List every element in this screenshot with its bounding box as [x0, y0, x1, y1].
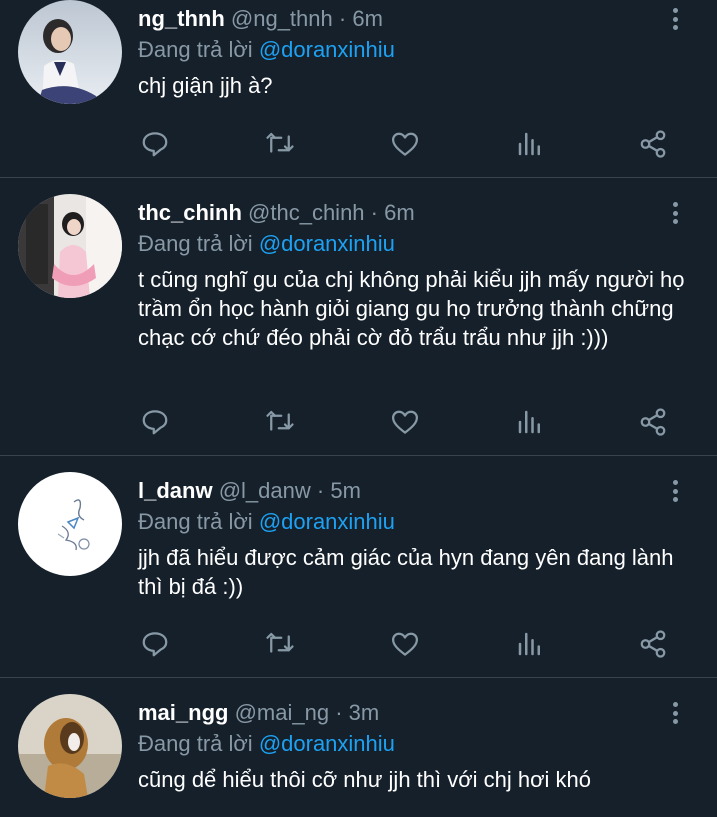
tweet-header: l_danw @l_danw · 5m — [138, 476, 695, 506]
tweet-text: jjh đã hiểu được cảm giác của hyn đang y… — [138, 545, 674, 599]
avatar-image — [18, 194, 122, 298]
display-name[interactable]: l_danw — [138, 478, 213, 503]
stats-icon[interactable] — [513, 627, 547, 661]
timestamp[interactable]: 6m — [352, 6, 383, 31]
user-handle[interactable]: @ng_thnh — [231, 6, 333, 31]
display-name[interactable]: mai_ngg — [138, 700, 228, 725]
more-vertical-icon[interactable] — [665, 698, 685, 728]
replying-to: Đang trả lời @doranxinhiu — [138, 507, 695, 537]
tweet-text: chj giận jjh à? — [138, 73, 273, 98]
separator: · — [316, 478, 325, 503]
mention-link[interactable]: @doranxinhiu — [259, 37, 395, 62]
replying-to-label: Đang trả lời — [138, 731, 259, 756]
more-vertical-icon[interactable] — [665, 198, 685, 228]
tweet[interactable]: ng_thnh @ng_thnh · 6m Đang trả lời @dora… — [0, 0, 717, 178]
share-icon[interactable] — [636, 405, 670, 439]
share-icon[interactable] — [636, 127, 670, 161]
separator: · — [370, 200, 378, 225]
tweet-content: thc_chinh @thc_chinh · 6m Đang trả lời @… — [138, 198, 695, 352]
retweet-icon[interactable] — [263, 127, 297, 161]
user-handle[interactable]: @thc_chinh — [248, 200, 365, 225]
tweet-content: mai_ngg @mai_ng · 3m Đang trả lời @doran… — [138, 698, 695, 794]
mention-link[interactable]: @doranxinhiu — [259, 509, 395, 534]
separator: · — [335, 700, 343, 725]
reply-icon[interactable] — [138, 405, 172, 439]
share-icon[interactable] — [636, 627, 670, 661]
tweet-content: l_danw @l_danw · 5m Đang trả lời @doranx… — [138, 476, 695, 601]
tweet-actions — [138, 627, 678, 661]
avatar-image — [18, 0, 122, 104]
retweet-icon[interactable] — [263, 405, 297, 439]
reply-feed: ng_thnh @ng_thnh · 6m Đang trả lời @dora… — [0, 0, 717, 817]
avatar[interactable] — [18, 472, 122, 576]
replying-to: Đang trả lời @doranxinhiu — [138, 229, 695, 259]
tweet-text: cũng dể hiểu thôi cỡ như jjh thì với chj… — [138, 767, 592, 792]
more-vertical-icon[interactable] — [665, 4, 685, 34]
user-handle[interactable]: @l_danw — [219, 478, 311, 503]
heart-icon[interactable] — [388, 627, 422, 661]
tweet-header: mai_ngg @mai_ng · 3m — [138, 698, 695, 728]
avatar[interactable] — [18, 694, 122, 798]
avatar-image — [18, 694, 122, 798]
replying-to-label: Đang trả lời — [138, 37, 259, 62]
stats-icon[interactable] — [513, 127, 547, 161]
replying-to: Đang trả lời @doranxinhiu — [138, 729, 695, 759]
user-handle[interactable]: @mai_ng — [235, 700, 330, 725]
replying-to-label: Đang trả lời — [138, 231, 259, 256]
tweet-actions — [138, 405, 678, 439]
retweet-icon[interactable] — [263, 627, 297, 661]
heart-icon[interactable] — [388, 405, 422, 439]
reply-icon[interactable] — [138, 627, 172, 661]
separator: · — [338, 6, 347, 31]
reply-icon[interactable] — [138, 127, 172, 161]
display-name[interactable]: ng_thnh — [138, 6, 225, 31]
tweet[interactable]: thc_chinh @thc_chinh · 6m Đang trả lời @… — [0, 178, 717, 456]
tweet-text: t cũng nghĩ gu của chj không phải kiểu j… — [138, 267, 685, 350]
timestamp[interactable]: 5m — [330, 478, 361, 503]
more-vertical-icon[interactable] — [665, 476, 685, 506]
mention-link[interactable]: @doranxinhiu — [259, 731, 395, 756]
avatar[interactable] — [18, 0, 122, 104]
replying-to-label: Đang trả lời — [138, 509, 259, 534]
stats-icon[interactable] — [513, 405, 547, 439]
tweet-header: thc_chinh @thc_chinh · 6m — [138, 198, 695, 228]
timestamp[interactable]: 6m — [384, 200, 415, 225]
timestamp[interactable]: 3m — [349, 700, 380, 725]
avatar-image — [18, 472, 122, 576]
tweet-content: ng_thnh @ng_thnh · 6m Đang trả lời @dora… — [138, 4, 695, 100]
tweet-actions — [138, 127, 678, 161]
heart-icon[interactable] — [388, 127, 422, 161]
tweet[interactable]: mai_ngg @mai_ng · 3m Đang trả lời @doran… — [0, 678, 717, 817]
replying-to: Đang trả lời @doranxinhiu — [138, 35, 695, 65]
tweet[interactable]: l_danw @l_danw · 5m Đang trả lời @doranx… — [0, 456, 717, 678]
display-name[interactable]: thc_chinh — [138, 200, 242, 225]
avatar[interactable] — [18, 194, 122, 298]
mention-link[interactable]: @doranxinhiu — [259, 231, 395, 256]
tweet-header: ng_thnh @ng_thnh · 6m — [138, 4, 695, 34]
